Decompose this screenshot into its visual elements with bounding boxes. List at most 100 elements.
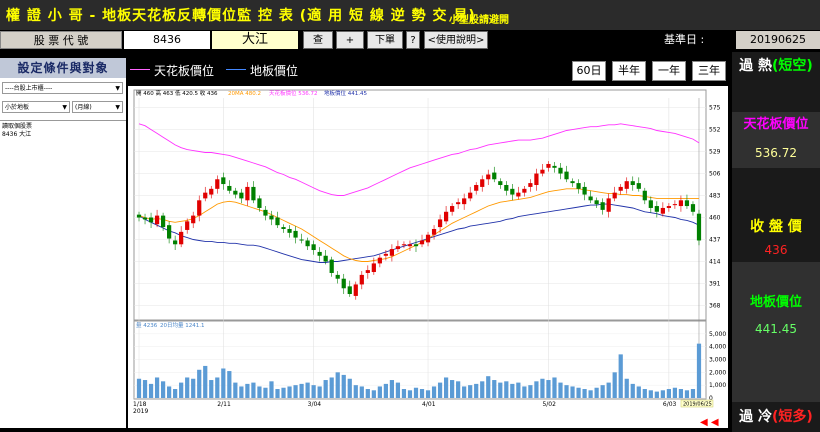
market-select[interactable]: ----台股上市櫃---- ▼ bbox=[2, 82, 123, 94]
overcold-status: 過 冷(短多) bbox=[732, 402, 820, 432]
period-select[interactable]: (月線) ▼ bbox=[72, 101, 123, 113]
candle bbox=[359, 274, 364, 285]
year-tick-label: 2019 bbox=[133, 408, 148, 415]
volume-bar bbox=[480, 381, 485, 398]
candle bbox=[462, 198, 467, 205]
candle bbox=[341, 278, 346, 289]
candle bbox=[142, 217, 148, 220]
candle bbox=[185, 221, 190, 230]
date-marker: 2019/06/25 bbox=[683, 402, 712, 408]
volume-bar bbox=[468, 385, 473, 398]
volume-bar bbox=[684, 390, 690, 398]
date-tick-label: 1/18 bbox=[133, 401, 147, 408]
price-tick-label: 483 bbox=[709, 193, 721, 200]
status-spacer bbox=[732, 342, 820, 402]
candle bbox=[684, 200, 690, 207]
app-subtitle: 小型股請避開 bbox=[449, 15, 509, 26]
status-spacer bbox=[732, 168, 820, 216]
candle bbox=[654, 206, 659, 212]
volume-bar bbox=[407, 390, 413, 398]
candle bbox=[136, 214, 142, 218]
volume-bar bbox=[648, 390, 653, 398]
candle bbox=[407, 244, 413, 247]
add-button[interactable]: + bbox=[336, 31, 364, 49]
price-tick-label: 529 bbox=[709, 149, 721, 156]
ceiling-info: 天花板價位 536.72 bbox=[269, 89, 318, 97]
ceiling-legend-label: 天花板價位 bbox=[154, 64, 215, 78]
candle bbox=[624, 181, 629, 189]
candle bbox=[245, 186, 250, 201]
stock-code-field[interactable]: 8436 bbox=[124, 31, 210, 49]
query-button[interactable]: 查 bbox=[303, 31, 333, 49]
volume-bar bbox=[498, 382, 503, 398]
volume-bar bbox=[275, 389, 280, 398]
volume-bar bbox=[486, 376, 491, 398]
manual-button[interactable]: <使用說明> bbox=[424, 31, 488, 49]
date-tick-label: 4/01 bbox=[422, 401, 436, 408]
volume-bar bbox=[696, 343, 702, 398]
ceiling-label: 天花板價位 bbox=[732, 112, 820, 138]
volume-bar bbox=[269, 381, 274, 398]
volume-bar bbox=[353, 385, 358, 398]
status-spacer bbox=[732, 262, 820, 290]
ma-info: 20MA 480.2 bbox=[228, 91, 261, 97]
candle bbox=[558, 167, 563, 174]
volume-bar bbox=[456, 381, 461, 398]
candle bbox=[371, 263, 376, 273]
candle bbox=[437, 219, 443, 228]
candle bbox=[148, 217, 154, 223]
candle bbox=[317, 251, 322, 256]
filter-select-value: 小於地板 bbox=[5, 104, 30, 111]
help-button[interactable]: ? bbox=[406, 31, 420, 49]
volume-bar bbox=[636, 386, 641, 398]
floor-value: 441.45 bbox=[732, 316, 820, 342]
candle bbox=[395, 246, 401, 250]
candle bbox=[305, 240, 310, 247]
volume-bar bbox=[450, 380, 455, 398]
period-half-year-button[interactable]: 半年 bbox=[612, 61, 646, 81]
volume-bar bbox=[245, 383, 250, 398]
candle bbox=[191, 215, 196, 224]
candle bbox=[648, 200, 653, 208]
candle bbox=[582, 186, 587, 195]
volume-bar bbox=[173, 389, 178, 398]
candle bbox=[160, 215, 166, 228]
candle bbox=[474, 185, 479, 191]
volume-bar bbox=[654, 391, 659, 398]
volume-bar bbox=[606, 382, 611, 398]
ceiling-value: 536.72 bbox=[732, 138, 820, 168]
volume-bar bbox=[251, 382, 256, 398]
candle bbox=[251, 186, 256, 201]
stock-listbox[interactable]: 讀取個股票 8436 大江 bbox=[0, 120, 126, 420]
candle bbox=[492, 172, 497, 180]
scroll-arrows[interactable]: ◀ ◀ bbox=[700, 417, 728, 429]
period-3y-button[interactable]: 三年 bbox=[692, 61, 726, 81]
list-item[interactable]: 8436 大江 bbox=[2, 131, 124, 139]
price-volume-chart[interactable]: 開 460 高 463 低 420.5 收 436 20MA 480.2 天花板… bbox=[128, 86, 728, 428]
candle bbox=[179, 231, 184, 245]
volume-bar bbox=[690, 389, 696, 398]
volume-bar bbox=[136, 378, 142, 398]
volume-bar bbox=[678, 389, 684, 398]
volume-bar bbox=[185, 377, 190, 398]
filter-select[interactable]: 小於地板 ▼ bbox=[2, 101, 70, 113]
candle bbox=[468, 192, 473, 199]
candle bbox=[690, 204, 696, 212]
volume-bar bbox=[534, 381, 539, 398]
candle bbox=[347, 286, 352, 295]
period-1y-button[interactable]: 一年 bbox=[652, 61, 686, 81]
status-panel: 過 熱(短空) 天花板價位 536.72 收 盤 價 436 地板價位 441.… bbox=[732, 52, 820, 432]
floor-info: 地板價位 441.45 bbox=[324, 89, 367, 97]
period-60d-button[interactable]: 60日 bbox=[572, 61, 606, 81]
chevron-down-icon: ▼ bbox=[62, 104, 67, 111]
volume-bar bbox=[576, 387, 581, 398]
candle bbox=[570, 181, 575, 184]
volume-bar bbox=[516, 382, 521, 398]
date-tick-label: 5/02 bbox=[542, 401, 556, 408]
app-title: 權 證 小 哥 - 地板天花板反轉價位監 控 表 (適 用 短 線 逆 勢 交 … bbox=[6, 8, 476, 24]
candle bbox=[672, 204, 678, 206]
order-button[interactable]: 下單 bbox=[367, 31, 403, 49]
volume-bar bbox=[299, 383, 304, 398]
overheat-sub: (短空) bbox=[772, 58, 813, 74]
title-bar: 權 證 小 哥 - 地板天花板反轉價位監 控 表 (適 用 短 線 逆 勢 交 … bbox=[0, 0, 820, 30]
